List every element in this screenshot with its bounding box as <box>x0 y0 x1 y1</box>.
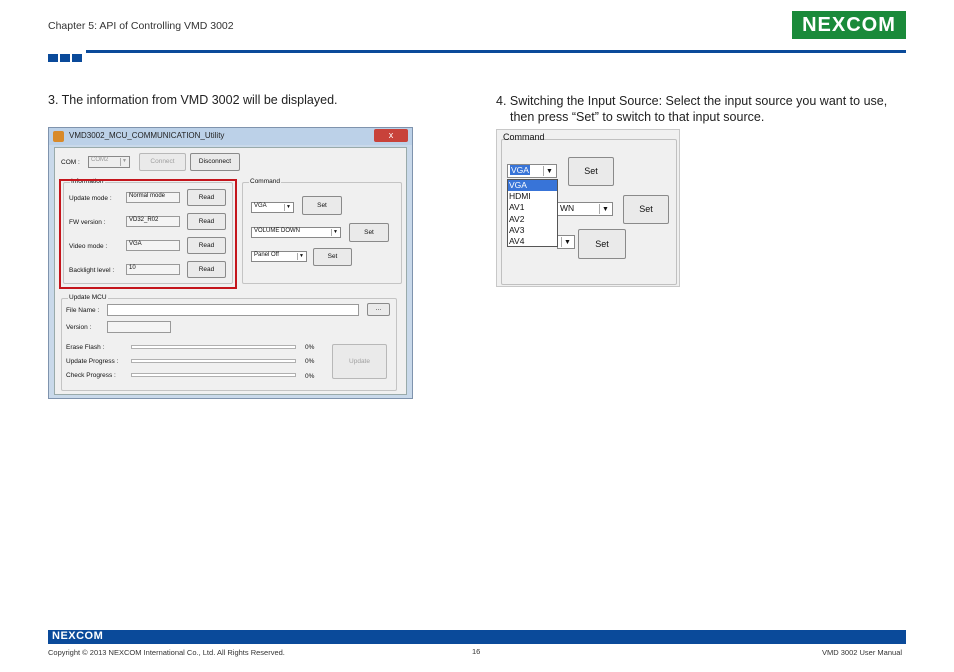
browse-button[interactable]: ... <box>367 303 390 316</box>
erase-flash-label: Erase Flash : <box>66 344 105 351</box>
update-button[interactable]: Update <box>332 344 387 379</box>
check-progress-label: Check Progress : <box>66 372 116 379</box>
option-av4[interactable]: AV4 <box>508 236 557 247</box>
chevron-down-icon: ▼ <box>561 237 573 247</box>
option-av2[interactable]: AV2 <box>508 214 557 225</box>
step-4-text: 4. Switching the Input Source: Select th… <box>496 93 906 125</box>
com-label: COM : <box>61 159 80 166</box>
chapter-title: Chapter 5: API of Controlling VMD 3002 <box>48 20 234 32</box>
chevron-down-icon: ▼ <box>120 158 128 166</box>
option-av3[interactable]: AV3 <box>508 225 557 236</box>
update-progress-percent: 0% <box>305 358 315 365</box>
step-3-text: 3. The information from VMD 3002 will be… <box>48 93 338 107</box>
option-hdmi[interactable]: HDMI <box>508 191 557 202</box>
chevron-down-icon: ▼ <box>284 204 292 211</box>
chevron-down-icon: ▼ <box>297 253 305 260</box>
step-4-line-2: then press “Set” to switch to that input… <box>510 110 765 124</box>
com-select[interactable]: COM2 ▼ <box>88 156 130 168</box>
header-rule <box>86 50 906 53</box>
set-panel-power-button-2[interactable]: Set <box>578 229 626 259</box>
version-field <box>107 321 171 333</box>
update-progress-bar <box>131 359 296 363</box>
panel-power-select[interactable]: Panel Off ▼ <box>251 251 307 262</box>
input-source-dropdown-list: VGA HDMI AV1 AV2 AV3 AV4 <box>507 179 558 247</box>
window-title: VMD3002_MCU_COMMUNICATION_Utility <box>69 131 225 140</box>
set-input-source-button[interactable]: Set <box>568 157 614 186</box>
chevron-down-icon: ▼ <box>543 166 555 176</box>
close-icon[interactable]: x <box>374 129 408 142</box>
connect-button[interactable]: Connect <box>139 153 186 171</box>
set-panel-power-button[interactable]: Set <box>313 248 352 266</box>
page-number: 16 <box>472 647 481 656</box>
command-panel-caption: Command <box>503 132 545 142</box>
update-mcu-caption: Update MCU <box>68 294 108 301</box>
option-vga[interactable]: VGA <box>508 180 557 192</box>
key-command-select[interactable]: VOLUME DOWN ▼ <box>251 227 341 238</box>
command-caption: Command <box>249 178 281 185</box>
panel-power-select-partial[interactable]: ▼ <box>557 235 575 249</box>
check-progress-bar <box>131 373 296 377</box>
option-av1[interactable]: AV1 <box>508 202 557 213</box>
file-name-label: File Name : <box>66 307 100 314</box>
window-titlebar: VMD3002_MCU_COMMUNICATION_Utility x <box>49 128 412 145</box>
footer-logo: NEXCOM <box>52 630 104 642</box>
chevron-down-icon: ▼ <box>599 204 611 214</box>
nexcom-logo: NEXCOM <box>792 11 906 39</box>
input-source-select[interactable]: VGA ▼ <box>507 164 557 178</box>
com-value: COM2 <box>91 157 109 163</box>
input-source-value: VGA <box>510 165 530 175</box>
logo-text: NEXCOM <box>802 14 896 36</box>
key-command-select-partial[interactable]: WN ▼ <box>557 202 613 216</box>
chevron-down-icon: ▼ <box>331 229 339 236</box>
header-squares <box>48 49 84 67</box>
set-source-button[interactable]: Set <box>302 196 342 215</box>
erase-flash-percent: 0% <box>305 344 315 351</box>
check-progress-percent: 0% <box>305 373 315 380</box>
step-4-line-1: 4. Switching the Input Source: Select th… <box>496 94 888 108</box>
panel-power-value: Panel Off <box>254 252 279 258</box>
key-command-value: VOLUME DOWN <box>254 228 301 234</box>
footer-bar <box>48 630 906 644</box>
copyright-text: Copyright © 2013 NEXCOM International Co… <box>48 648 285 657</box>
source-select[interactable]: VGA ▼ <box>251 202 294 213</box>
app-icon <box>53 131 64 142</box>
information-highlight-box <box>59 179 237 289</box>
manual-title: VMD 3002 User Manual <box>822 648 903 657</box>
file-name-field[interactable] <box>107 304 359 316</box>
update-progress-label: Update Progress : <box>66 358 119 365</box>
disconnect-button[interactable]: Disconnect <box>190 153 240 171</box>
erase-flash-progress <box>131 345 296 349</box>
source-value: VGA <box>254 203 267 209</box>
set-key-command-button-2[interactable]: Set <box>623 195 669 224</box>
set-key-command-button[interactable]: Set <box>349 223 389 242</box>
window-client-area: COM : COM2 ▼ Connect Disconnect Informati… <box>54 147 407 395</box>
key-command-partial-value: WN <box>560 203 575 213</box>
utility-window-screenshot: VMD3002_MCU_COMMUNICATION_Utility x COM … <box>48 127 413 399</box>
version-label: Version : <box>66 324 92 331</box>
